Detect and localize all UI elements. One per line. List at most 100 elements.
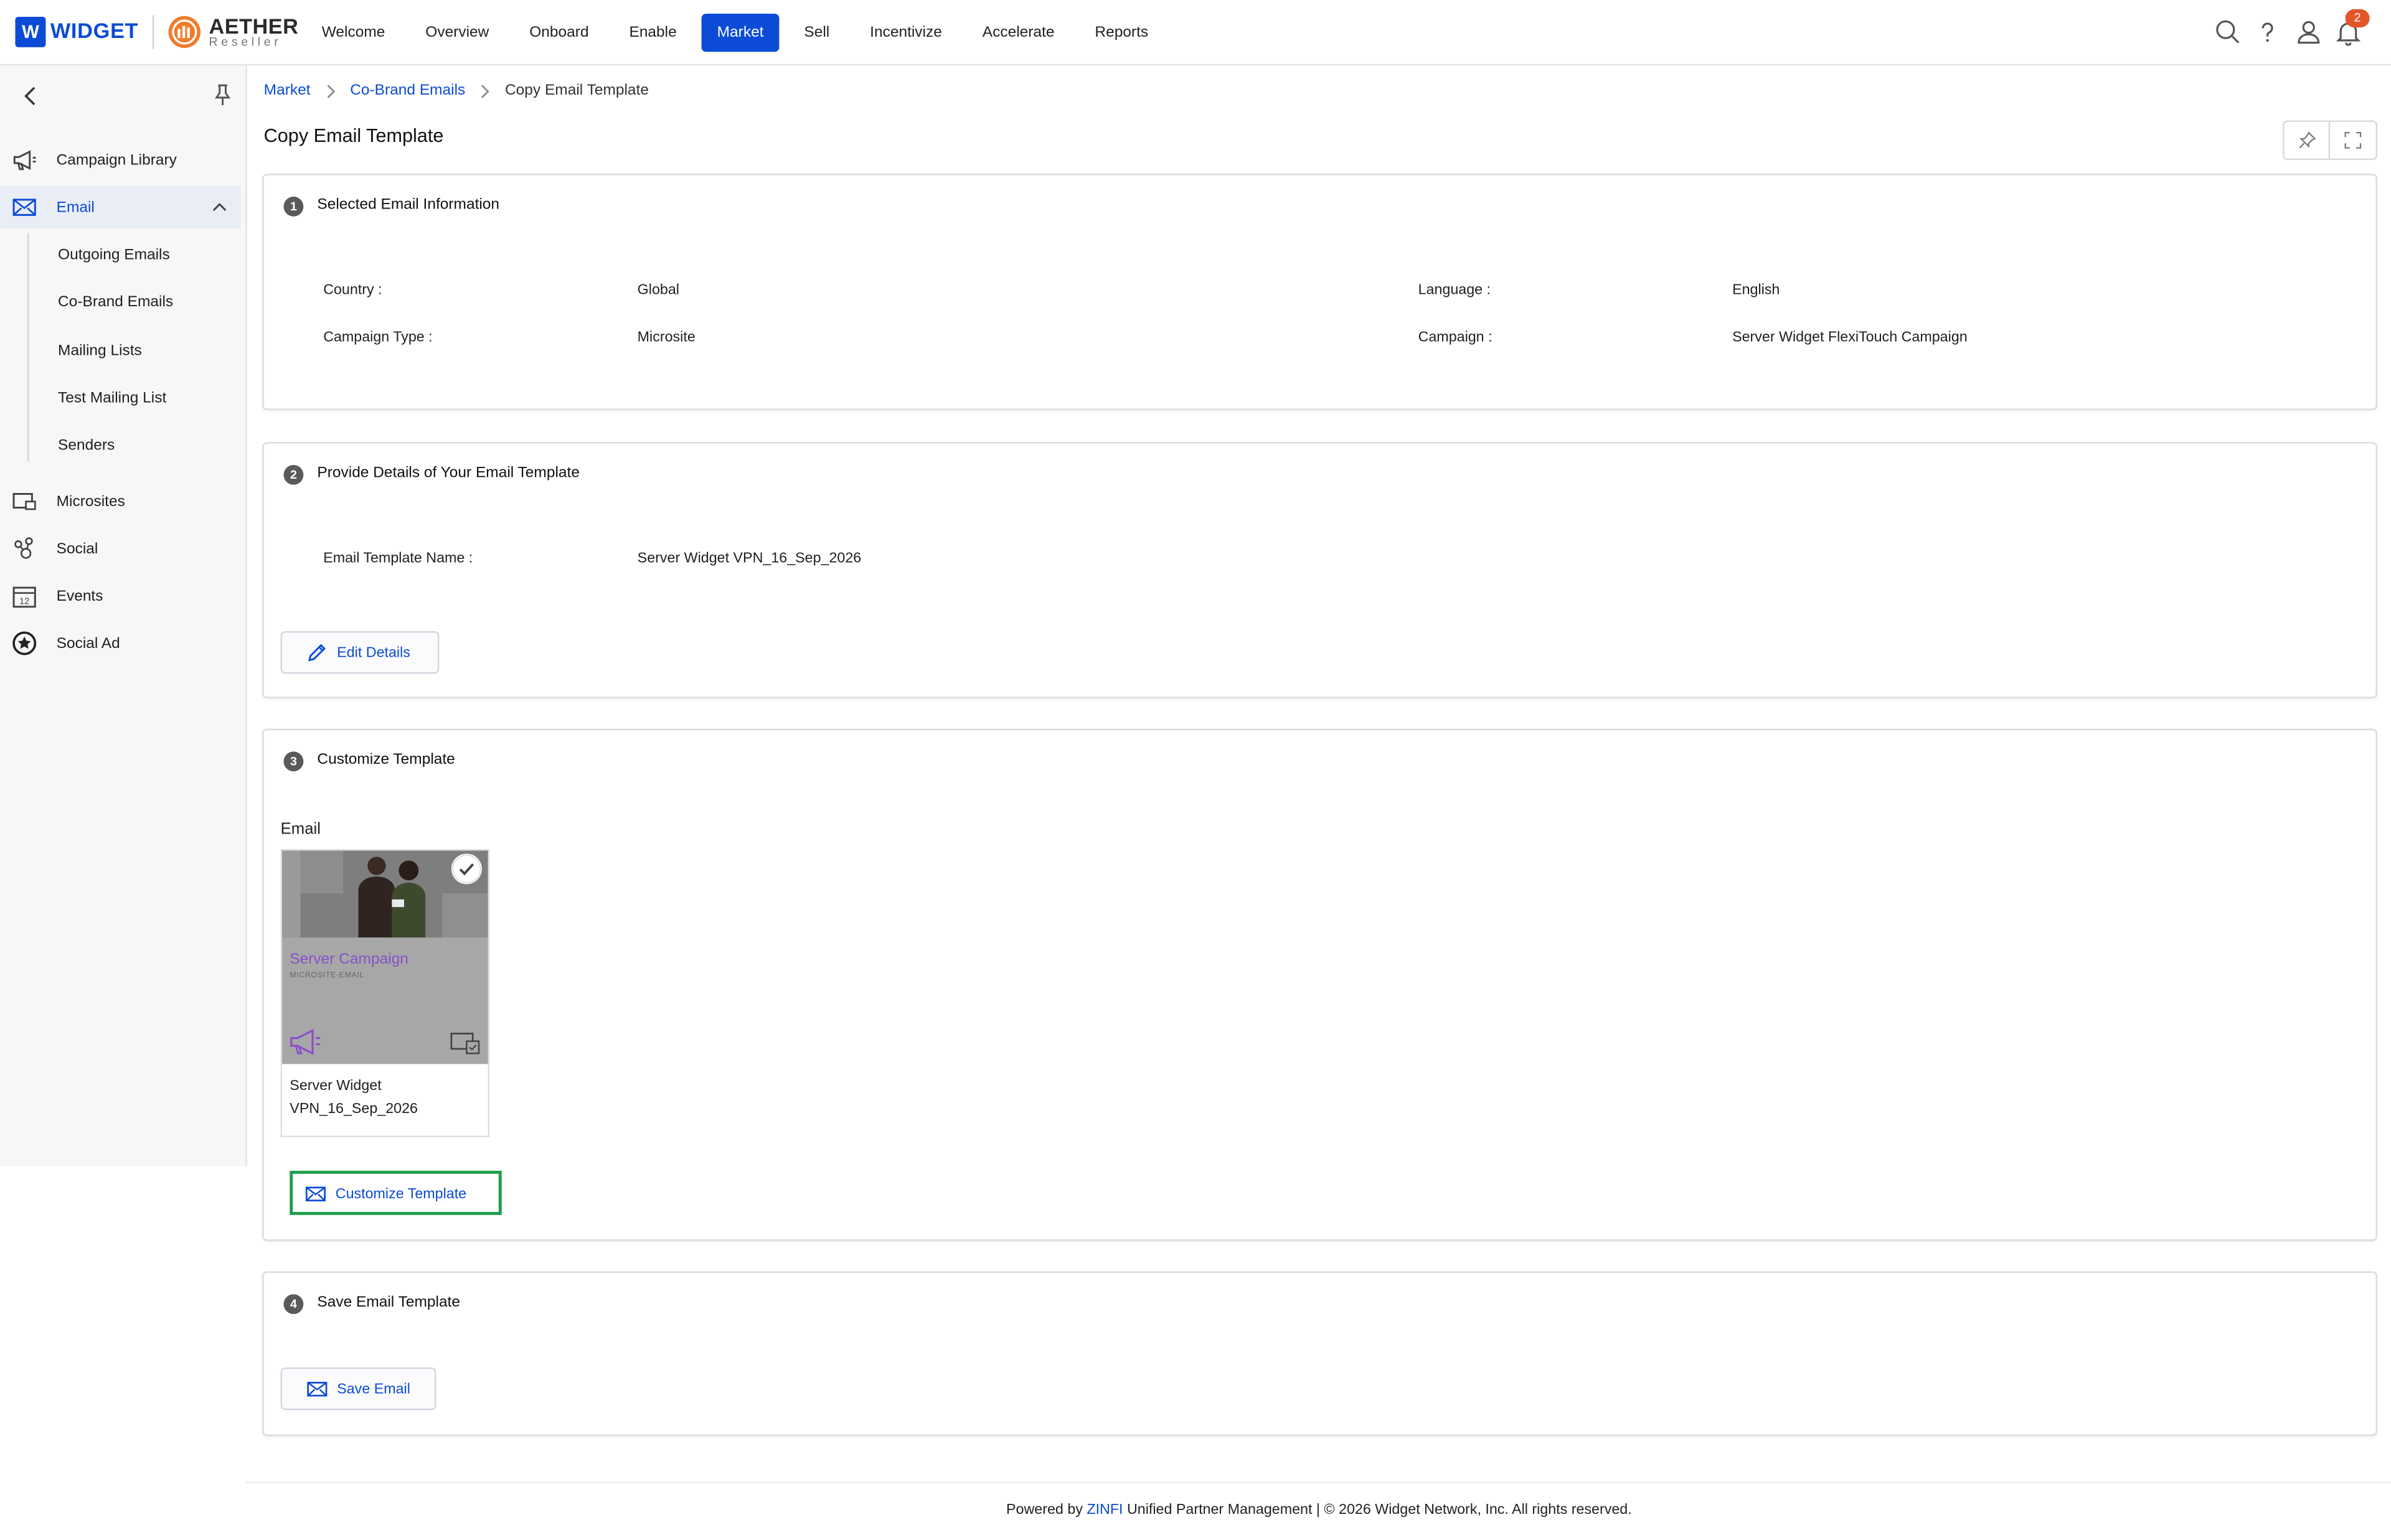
calendar-icon: 12 bbox=[12, 586, 36, 608]
section-title: Customize Template bbox=[317, 751, 455, 769]
breadcrumb-current: Copy Email Template bbox=[505, 82, 649, 100]
top-navigation-bar: W WIDGET AETHER Reseller Welcome Overvie… bbox=[0, 0, 2391, 66]
sidebar-item-label: Social Ad bbox=[56, 635, 120, 652]
user-icon[interactable] bbox=[2295, 18, 2323, 45]
pin-page-button[interactable] bbox=[2285, 122, 2329, 159]
country-label: Country : bbox=[323, 282, 382, 299]
language-value: English bbox=[1732, 282, 1780, 299]
megaphone-icon bbox=[13, 150, 36, 171]
template-thumbnail: Server Campaign MICROSITE-EMAIL bbox=[282, 850, 488, 1064]
sidebar-subitem-mailing-lists[interactable]: Mailing Lists bbox=[58, 337, 142, 367]
logo-divider bbox=[152, 15, 154, 49]
megaphone-icon bbox=[290, 1029, 321, 1055]
campaign-type-label: Campaign Type : bbox=[323, 329, 433, 346]
aether-logo-icon bbox=[168, 16, 201, 49]
section-email-template-details: 2 Provide Details of Your Email Template… bbox=[262, 442, 2377, 698]
campaign-type-value: Microsite bbox=[637, 329, 696, 346]
footer-copyright: Unified Partner Management | © 2026 Widg… bbox=[1127, 1501, 1632, 1519]
sidebar-item-label: Microsites bbox=[56, 493, 125, 510]
breadcrumb: Market Co-Brand Emails Copy Email Templa… bbox=[264, 82, 649, 99]
sidebar-item-microsites[interactable]: Microsites bbox=[0, 480, 241, 523]
help-icon[interactable] bbox=[2254, 18, 2281, 45]
sidebar-item-label: Events bbox=[56, 588, 103, 605]
sidebar-item-social[interactable]: Social bbox=[0, 527, 241, 570]
chevron-up-icon[interactable] bbox=[210, 198, 229, 216]
search-icon[interactable] bbox=[2214, 18, 2242, 45]
submenu-guide-line bbox=[27, 233, 29, 462]
fullscreen-button[interactable] bbox=[2328, 121, 2374, 159]
sidebar: Campaign Library Email Outgoing Emails C… bbox=[0, 65, 247, 1167]
sidebar-subitem-senders[interactable]: Senders bbox=[58, 431, 115, 462]
save-email-button[interactable]: Save Email bbox=[280, 1367, 436, 1411]
template-name-value: Server Widget VPN_16_Sep_2026 bbox=[637, 550, 862, 568]
sidebar-item-campaign-library[interactable]: Campaign Library bbox=[0, 139, 241, 182]
chevron-right-icon bbox=[326, 83, 335, 98]
nav-market[interactable]: Market bbox=[702, 14, 779, 52]
save-email-label: Save Email bbox=[337, 1380, 410, 1397]
nav-reports[interactable]: Reports bbox=[1080, 14, 1164, 52]
email-label: Email bbox=[280, 820, 321, 838]
zinfi-link[interactable]: ZINFI bbox=[1087, 1501, 1123, 1518]
nav-overview[interactable]: Overview bbox=[410, 14, 504, 52]
step-number: 3 bbox=[283, 751, 304, 772]
pin-icon bbox=[2298, 131, 2316, 149]
main-nav: Welcome Overview Onboard Enable Market S… bbox=[306, 14, 1173, 52]
nav-sell[interactable]: Sell bbox=[789, 14, 845, 52]
breadcrumb-market[interactable]: Market bbox=[264, 82, 311, 99]
fullscreen-icon bbox=[2344, 131, 2360, 149]
aether-logo-subtitle: Reseller bbox=[209, 35, 282, 49]
sidebar-subitem-test-mailing-list[interactable]: Test Mailing List bbox=[58, 384, 166, 415]
campaign-value: Server Widget FlexiTouch Campaign bbox=[1732, 329, 1968, 346]
app-root: W WIDGET AETHER Reseller Welcome Overvie… bbox=[0, 0, 2391, 1539]
page-actions bbox=[2283, 120, 2377, 161]
nav-welcome[interactable]: Welcome bbox=[306, 14, 400, 52]
page-title: Copy Email Template bbox=[263, 124, 444, 147]
footer-divider bbox=[245, 1481, 2391, 1483]
star-badge-icon bbox=[12, 631, 37, 655]
envelope-icon bbox=[307, 1381, 328, 1397]
sidebar-item-label: Campaign Library bbox=[56, 151, 177, 169]
pin-sidebar-icon[interactable] bbox=[210, 82, 235, 106]
edit-details-button[interactable]: Edit Details bbox=[280, 631, 440, 674]
step-number: 1 bbox=[283, 196, 304, 217]
campaign-label: Campaign : bbox=[1418, 329, 1493, 346]
step-number: 4 bbox=[283, 1294, 304, 1315]
email-template-card[interactable]: Server Campaign MICROSITE-EMAIL Server W… bbox=[280, 849, 490, 1137]
microsite-icon bbox=[12, 493, 36, 510]
nav-onboard[interactable]: Onboard bbox=[514, 14, 604, 52]
sidebar-item-social-ad[interactable]: Social Ad bbox=[0, 622, 241, 665]
customize-template-highlight bbox=[290, 1170, 502, 1215]
sidebar-subitem-outgoing-emails[interactable]: Outgoing Emails bbox=[58, 241, 170, 271]
sidebar-subitem-co-brand-emails[interactable]: Co-Brand Emails bbox=[58, 288, 173, 319]
nav-enable[interactable]: Enable bbox=[614, 14, 692, 52]
template-type-label: MICROSITE-EMAIL bbox=[290, 971, 365, 980]
footer: Powered by ZINFI Unified Partner Managem… bbox=[0, 1501, 2391, 1518]
country-value: Global bbox=[637, 282, 679, 299]
selected-check-icon bbox=[451, 853, 482, 885]
edit-details-label: Edit Details bbox=[337, 644, 410, 661]
template-name-label: Email Template Name : bbox=[323, 550, 473, 568]
widget-logo-mark[interactable]: W bbox=[15, 16, 46, 47]
footer-prefix: Powered by bbox=[1006, 1501, 1083, 1519]
microsite-icon bbox=[450, 1033, 480, 1054]
collapse-sidebar-icon[interactable] bbox=[18, 84, 42, 108]
svg-text:12: 12 bbox=[19, 597, 29, 607]
chevron-right-icon bbox=[481, 83, 489, 98]
social-icon bbox=[14, 537, 33, 559]
sidebar-item-label: Social bbox=[56, 540, 98, 558]
section-title: Provide Details of Your Email Template bbox=[317, 464, 580, 482]
section-selected-email-information: 1 Selected Email Information Country : G… bbox=[262, 174, 2377, 410]
sidebar-item-email[interactable]: Email bbox=[0, 185, 241, 229]
pencil-icon bbox=[308, 644, 326, 662]
template-name: Server Widget VPN_16_Sep_2026 bbox=[290, 1078, 418, 1118]
breadcrumb-co-brand-emails[interactable]: Co-Brand Emails bbox=[350, 82, 465, 99]
envelope-icon bbox=[12, 199, 36, 216]
nav-accelerate[interactable]: Accelerate bbox=[967, 14, 1070, 52]
nav-incentivize[interactable]: Incentivize bbox=[855, 14, 958, 52]
sidebar-item-label: Email bbox=[56, 199, 95, 216]
sidebar-item-events[interactable]: 12 Events bbox=[0, 575, 241, 617]
widget-logo-text[interactable]: WIDGET bbox=[50, 18, 139, 42]
section-title: Save Email Template bbox=[317, 1294, 460, 1312]
notification-badge: 2 bbox=[2345, 9, 2370, 28]
section-title: Selected Email Information bbox=[317, 196, 500, 214]
